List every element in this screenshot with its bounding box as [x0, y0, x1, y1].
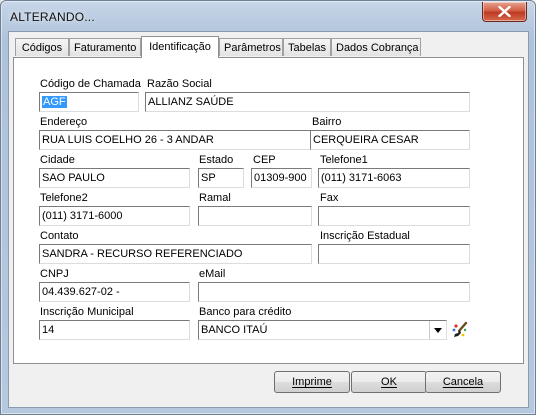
tab-identificacao[interactable]: Identificação [141, 36, 219, 58]
cnpj-label: CNPJ [40, 268, 69, 280]
chevron-down-icon [434, 328, 442, 333]
tab-faturamento[interactable]: Faturamento [69, 38, 141, 56]
cnpj-input[interactable]: 04.439.627-02 - [39, 282, 190, 302]
email-input[interactable] [198, 282, 470, 302]
telefone1-input[interactable]: (011) 3171-6063 [318, 168, 470, 188]
contato-label: Contato [40, 230, 79, 242]
telefone1-label: Telefone1 [320, 154, 368, 166]
paint-brush-icon[interactable] [451, 321, 469, 339]
razao-social-input[interactable]: ALLIANZ SAÚDE [145, 92, 470, 112]
tab-codigos[interactable]: Códigos [15, 38, 69, 56]
razao-social-label: Razão Social [147, 78, 212, 90]
endereco-label: Endereço [40, 116, 88, 128]
banco-credito-label: Banco para crédito [199, 306, 292, 318]
codigo-chamada-value: AGF [42, 96, 67, 108]
ok-button[interactable]: OK [351, 371, 427, 393]
endereco-input[interactable]: RUA LUIS COELHO 26 - 3 ANDAR [39, 130, 312, 150]
combo-dropdown-button[interactable] [429, 321, 446, 339]
banco-credito-select[interactable]: BANCO ITAÚ [198, 320, 447, 340]
cidade-input[interactable]: SAO PAULO [39, 168, 190, 188]
estado-input[interactable]: SP [198, 168, 244, 188]
imprime-button-label: Imprime [292, 376, 332, 388]
tab-dados-cobranca[interactable]: Dados Cobrança [331, 38, 421, 56]
fax-input[interactable] [318, 206, 470, 226]
fax-label: Fax [320, 192, 339, 204]
close-button[interactable] [482, 2, 527, 22]
imprime-button[interactable]: Imprime [274, 371, 350, 393]
inscricao-municipal-input[interactable]: 14 [39, 320, 190, 340]
cep-label: CEP [253, 154, 276, 166]
inscricao-estadual-input[interactable] [318, 244, 470, 264]
cancela-button-label: Cancela [442, 376, 484, 388]
tab-parametros[interactable]: Parâmetros [219, 38, 283, 56]
codigo-chamada-input[interactable]: AGF [39, 92, 139, 112]
bairro-label: Bairro [312, 116, 342, 128]
cep-input[interactable]: 01309-900 [251, 168, 312, 188]
telefone2-input[interactable]: (011) 3171-6000 [39, 206, 190, 226]
estado-label: Estado [199, 154, 234, 166]
tab-strip: Códigos Faturamento Identificação Parâme… [13, 36, 523, 58]
bairro-input[interactable]: CERQUEIRA CESAR [310, 130, 470, 150]
ok-button-label: OK [381, 376, 397, 388]
tab-tabelas[interactable]: Tabelas [283, 38, 331, 56]
cancela-button[interactable]: Cancela [425, 371, 501, 393]
inscricao-municipal-label: Inscrição Municipal [40, 306, 134, 318]
inscricao-estadual-label: Inscrição Estadual [320, 230, 410, 242]
ramal-input[interactable] [198, 206, 312, 226]
email-label: eMail [199, 268, 226, 280]
cidade-label: Cidade [40, 154, 75, 166]
telefone2-label: Telefone2 [40, 192, 88, 204]
contato-input[interactable]: SANDRA - RECURSO REFERENCIADO [39, 244, 312, 264]
title-bar[interactable]: ALTERANDO... [1, 1, 535, 31]
close-icon [498, 6, 511, 17]
ramal-label: Ramal [199, 192, 231, 204]
window-title: ALTERANDO... [10, 10, 95, 24]
codigo-chamada-label: Código de Chamada [40, 78, 141, 90]
banco-credito-value: BANCO ITAÚ [201, 324, 268, 336]
